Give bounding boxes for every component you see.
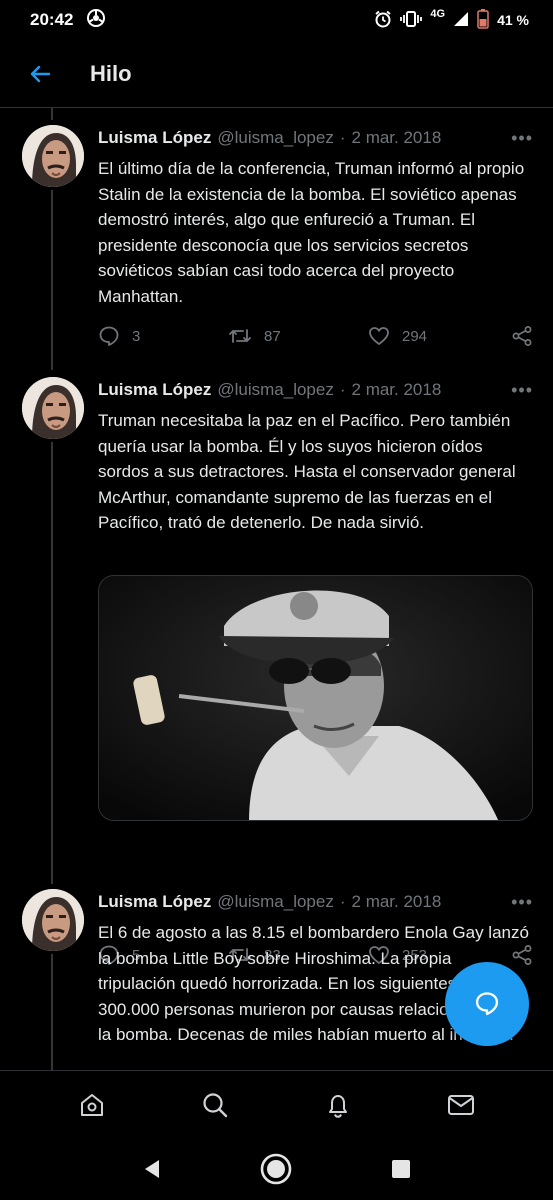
retweet-icon [229, 329, 251, 343]
more-options-button[interactable]: ••• [511, 128, 533, 149]
separator-dot: · [339, 892, 346, 911]
recents-square-icon [391, 1160, 410, 1178]
bottom-navigation [0, 1070, 553, 1138]
like-count: 294 [402, 327, 428, 345]
arrow-left-icon [30, 65, 51, 82]
share-icon [512, 326, 532, 346]
avatar[interactable] [22, 889, 84, 951]
tweet-image[interactable] [98, 575, 533, 821]
nav-messages[interactable] [431, 1080, 491, 1130]
back-button[interactable] [20, 54, 60, 94]
new-reply-button[interactable] [445, 962, 529, 1046]
tweet-date[interactable]: 2 mar. 2018 [352, 892, 442, 912]
back-triangle-icon [145, 1160, 160, 1178]
avatar[interactable] [22, 125, 84, 187]
status-bar: 20:42 4G 41 % [0, 0, 553, 40]
tweet-text: Truman necesitaba la paz en el Pacífico.… [98, 411, 516, 532]
thread-connector [51, 954, 53, 1070]
author-handle[interactable]: @luisma_lopez [217, 128, 333, 148]
nav-notifications[interactable] [308, 1080, 368, 1130]
system-recents-button[interactable] [371, 1144, 431, 1194]
reply-count: 3 [132, 327, 141, 345]
tweet-text: El último día de la conferencia, Truman … [98, 159, 525, 306]
retweet-button[interactable]: 87 [228, 325, 368, 347]
page-title: Hilo [90, 60, 132, 86]
more-options-button[interactable]: ••• [511, 380, 533, 401]
notifications-icon [329, 1094, 348, 1118]
separator-dot: · [339, 128, 346, 147]
vibrate-icon [400, 10, 423, 31]
system-home-button[interactable] [246, 1144, 306, 1194]
chrome-icon [87, 8, 106, 32]
thread-header: Hilo [0, 40, 553, 108]
battery-icon [477, 8, 489, 32]
reply-icon [99, 326, 119, 346]
author-handle[interactable]: @luisma_lopez [217, 380, 333, 400]
status-time: 20:42 [30, 10, 74, 29]
thread-connector [51, 190, 53, 370]
author-name[interactable]: Luisma López [98, 892, 211, 912]
thread-feed[interactable]: Luisma López @luisma_lopez · 2 mar. 2018… [0, 108, 553, 1070]
retweet-count: 87 [264, 327, 281, 345]
like-button[interactable]: 294 [368, 325, 498, 347]
alarm-icon [374, 10, 392, 31]
author-handle[interactable]: @luisma_lopez [217, 892, 333, 912]
nav-search[interactable] [185, 1080, 245, 1130]
search-icon [203, 1092, 228, 1117]
home-icon [80, 1093, 103, 1116]
system-navigation [0, 1138, 553, 1200]
tweet-date[interactable]: 2 mar. 2018 [352, 128, 442, 148]
separator-dot: · [339, 380, 346, 399]
heart-icon [369, 327, 389, 345]
battery-level: 41 % [497, 12, 529, 28]
share-button[interactable] [511, 325, 533, 347]
nav-home[interactable] [62, 1080, 122, 1130]
reply-button[interactable]: 3 [98, 325, 228, 347]
author-name[interactable]: Luisma López [98, 128, 211, 148]
tweet-date[interactable]: 2 mar. 2018 [352, 380, 442, 400]
system-back-button[interactable] [122, 1144, 182, 1194]
compose-reply-icon [475, 992, 499, 1016]
network-type: 4G [430, 8, 446, 20]
more-options-button[interactable]: ••• [511, 892, 533, 913]
messages-icon [448, 1094, 475, 1115]
author-name[interactable]: Luisma López [98, 380, 211, 400]
avatar[interactable] [22, 377, 84, 439]
home-circle-icon [261, 1153, 292, 1185]
thread-connector [51, 108, 53, 120]
thread-connector [51, 442, 53, 884]
signal-icon [453, 11, 469, 30]
